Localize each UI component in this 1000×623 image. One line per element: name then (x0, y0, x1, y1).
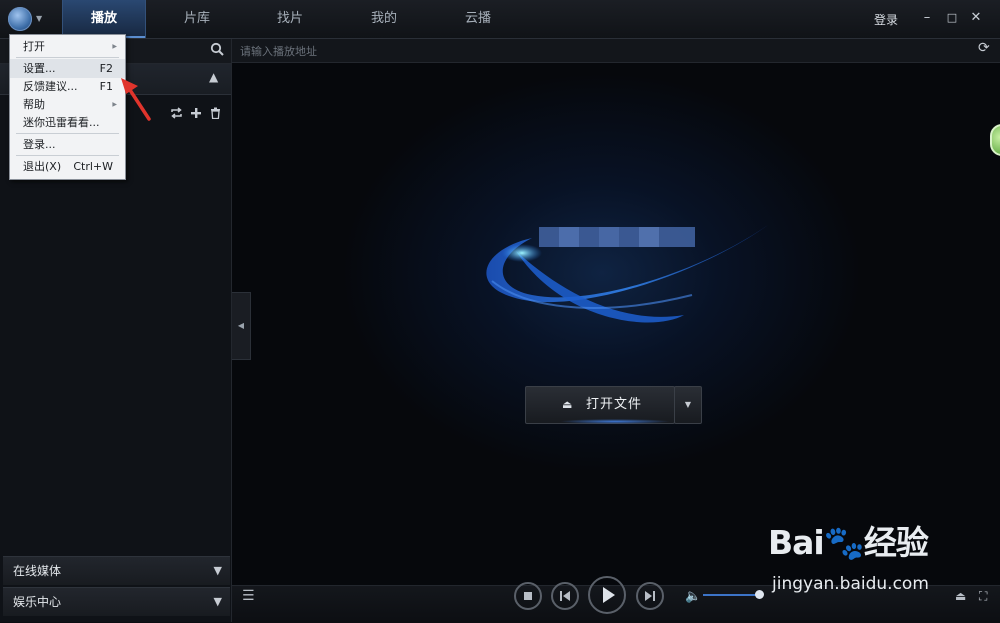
menu-item-open[interactable]: 打开 ▶ (10, 37, 125, 56)
menu-item-exit[interactable]: 退出(X) Ctrl+W (10, 157, 125, 176)
stop-button[interactable] (514, 582, 542, 610)
tab-library[interactable]: 片库 (156, 0, 238, 38)
menu-shortcut: Ctrl+W (73, 160, 113, 173)
brand-swoosh-logo (486, 225, 768, 323)
side-widget-icon[interactable] (990, 124, 1000, 156)
open-file-label: 打开文件 (586, 397, 643, 412)
menu-item-mini-player[interactable]: 迷你迅雷看看... (10, 113, 125, 132)
menu-item-settings[interactable]: 设置... F2 (10, 59, 125, 78)
section-online-media[interactable]: 在线媒体 ▼ (3, 556, 230, 585)
next-button[interactable] (636, 582, 664, 610)
app-logo-icon[interactable] (8, 7, 32, 31)
add-icon[interactable] (190, 107, 202, 123)
minimize-button[interactable]: – (918, 8, 936, 28)
tab-mine[interactable]: 我的 (343, 0, 425, 38)
login-link[interactable]: 登录 (874, 11, 898, 28)
menu-shortcut: F2 (99, 62, 113, 75)
menu-item-label: 打开 (23, 40, 45, 53)
button-glow (560, 419, 670, 424)
baidu-jingyan-watermark: Bai🐾经验 jingyan.baidu.com (768, 516, 948, 602)
maximize-button[interactable]: □ (943, 8, 961, 28)
tab-play[interactable]: 播放 (62, 0, 146, 38)
open-file-dropdown-button[interactable]: ▼ (674, 386, 702, 424)
menu-item-label: 迷你迅雷看看... (23, 116, 100, 129)
eject-icon[interactable]: ⏏ (955, 589, 966, 603)
playlist-toggle-icon[interactable]: ☰ (242, 588, 255, 604)
menu-shortcut: F1 (99, 80, 113, 93)
volume-slider-thumb[interactable] (755, 590, 764, 599)
menu-item-label: 退出(X) (23, 160, 62, 173)
menu-divider (16, 133, 119, 134)
menu-caret-icon[interactable]: ▼ (36, 14, 42, 23)
menu-item-feedback[interactable]: 反馈建议... F1 (10, 77, 125, 96)
tab-find[interactable]: 找片 (249, 0, 331, 38)
address-input[interactable] (238, 42, 942, 60)
play-button[interactable] (588, 576, 626, 614)
eject-icon: ⏏ (562, 398, 573, 411)
video-stage[interactable] (232, 63, 1000, 585)
section-entertainment[interactable]: 娱乐中心 ▼ (3, 587, 230, 616)
section-entertainment-label: 娱乐中心 (13, 595, 62, 609)
menu-divider (16, 57, 119, 58)
chevron-up-icon[interactable]: ▲ (209, 70, 218, 84)
menu-item-label: 登录... (23, 138, 56, 151)
collapse-panel-handle[interactable]: ◀ (232, 292, 251, 360)
address-bar: ⟳ (232, 39, 1000, 63)
section-online-media-label: 在线媒体 (13, 564, 62, 578)
watermark-logo: Bai🐾经验 (768, 523, 929, 562)
chevron-down-icon: ▼ (213, 564, 222, 577)
previous-button[interactable] (551, 582, 579, 610)
repeat-icon[interactable] (170, 107, 183, 123)
menu-item-label: 帮助 (23, 98, 45, 111)
chevron-down-icon: ▼ (213, 595, 222, 608)
menu-item-login[interactable]: 登录... (10, 135, 125, 154)
fullscreen-icon[interactable]: ⛶ (979, 589, 987, 604)
close-button[interactable]: ✕ (967, 8, 985, 28)
tab-cloud[interactable]: 云播 (437, 0, 519, 38)
volume-icon[interactable]: 🔈 (685, 589, 701, 604)
annotation-arrow-icon (121, 78, 151, 121)
menu-item-help[interactable]: 帮助 ▶ (10, 95, 125, 114)
menu-item-label: 设置... (23, 62, 56, 75)
search-icon[interactable] (210, 42, 224, 60)
title-bar: ▼ 播放 片库 找片 我的 云播 登录 – □ ✕ (0, 0, 1000, 39)
watermark-url: jingyan.baidu.com (772, 574, 929, 594)
menu-divider (16, 155, 119, 156)
menu-item-label: 反馈建议... (23, 80, 78, 93)
main-menu: 打开 ▶ 设置... F2 反馈建议... F1 帮助 ▶ 迷你迅雷看看... … (9, 34, 126, 180)
delete-icon[interactable] (210, 107, 221, 123)
submenu-arrow-icon: ▶ (112, 43, 117, 50)
submenu-arrow-icon: ▶ (112, 101, 117, 108)
volume-slider[interactable] (703, 594, 759, 596)
refresh-icon[interactable]: ⟳ (978, 40, 990, 56)
